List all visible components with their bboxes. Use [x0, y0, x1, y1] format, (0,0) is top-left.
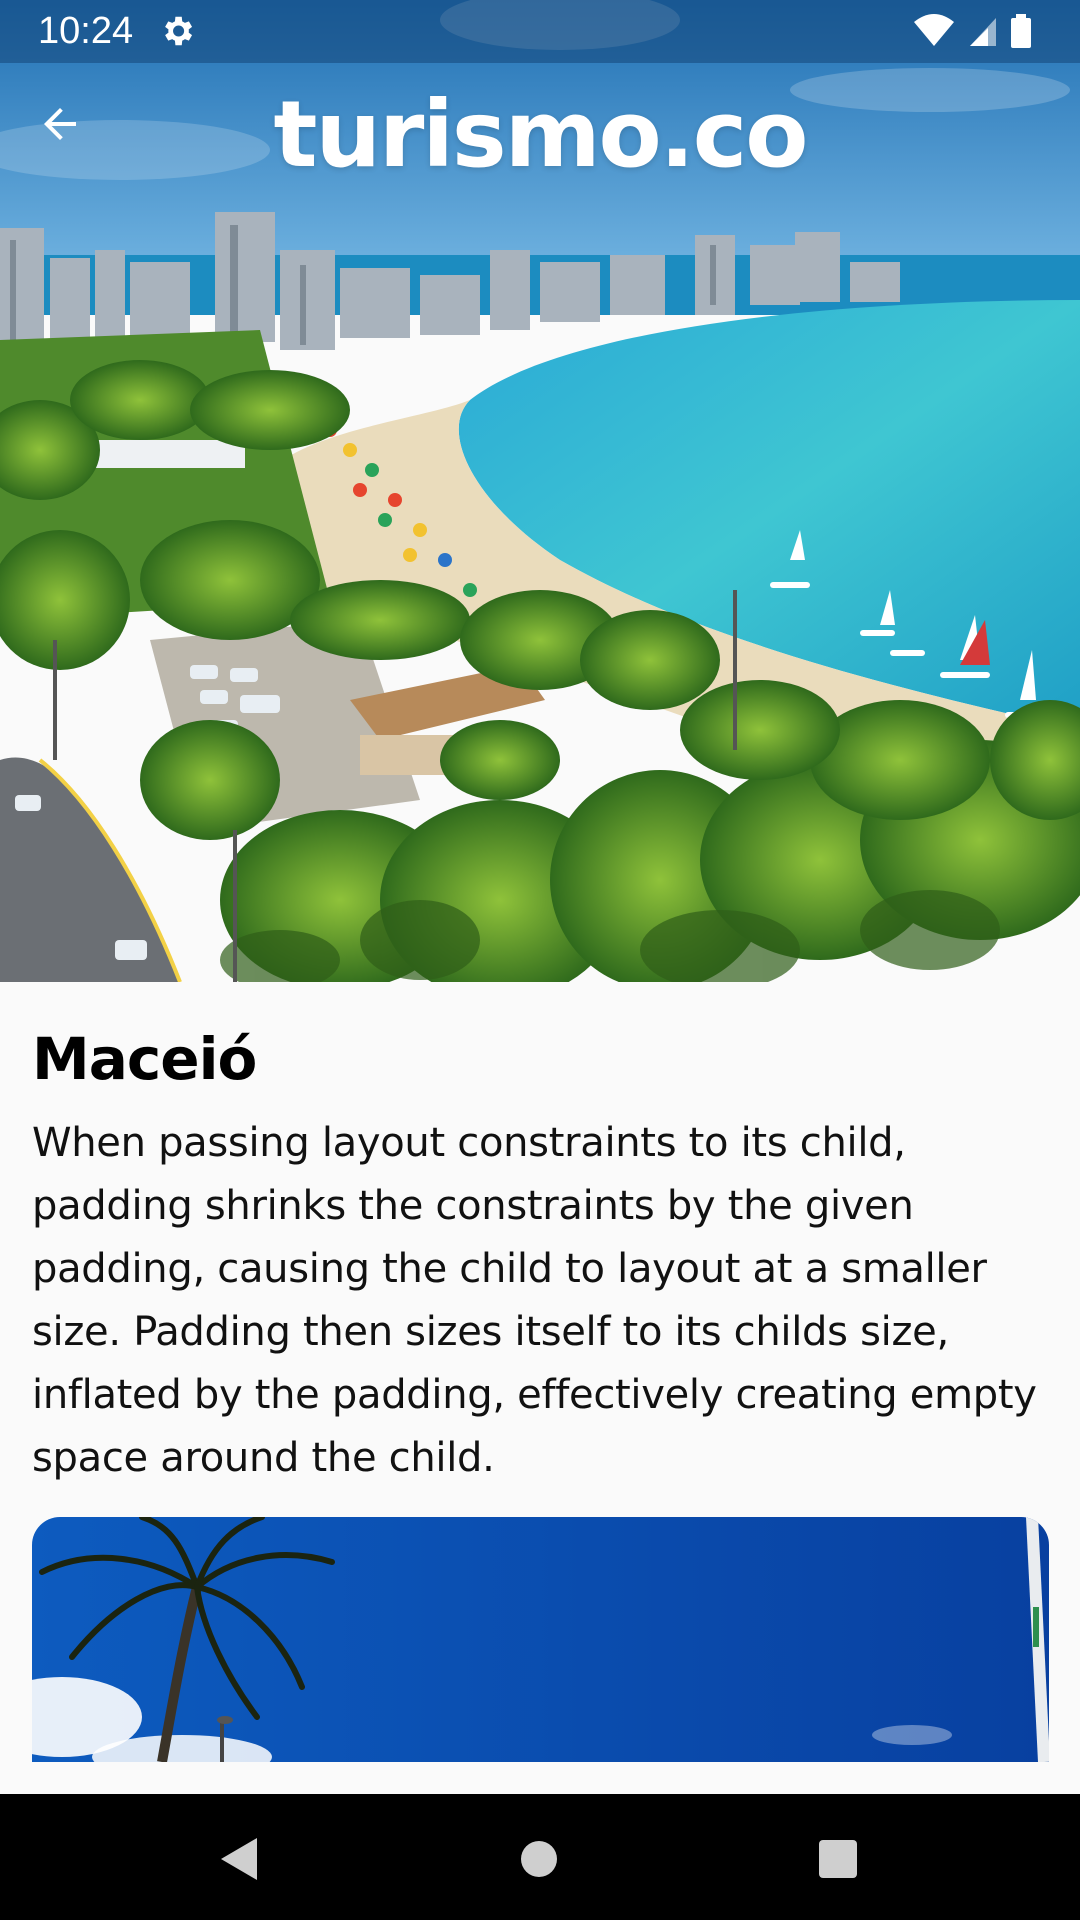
app-screen: 10:24 turismo.co Maceió When passing lay… [0, 0, 1080, 1920]
place-description: When passing layout constraints to its c… [32, 1120, 1037, 1481]
place-details: Maceió When passing layout constraints t… [0, 982, 1080, 1794]
hero-image: 10:24 turismo.co [0, 0, 1080, 982]
wifi-icon [914, 14, 954, 46]
cell-signal-icon [970, 18, 996, 46]
gear-icon [158, 12, 196, 50]
status-icons [912, 12, 1042, 50]
nav-home-button[interactable] [504, 1824, 574, 1894]
nav-back-button[interactable] [204, 1824, 274, 1894]
nav-recents-button[interactable] [803, 1824, 873, 1894]
nav-recents-square-icon [819, 1840, 857, 1878]
nav-back-triangle-icon [221, 1838, 257, 1880]
status-time: 10:24 [38, 10, 134, 52]
place-photo-card[interactable] [32, 1517, 1049, 1762]
palm-sky-photo [32, 1517, 1049, 1762]
place-title: Maceió [32, 1025, 257, 1093]
app-title: turismo.co [273, 81, 809, 188]
status-bar: 10:24 [0, 0, 1080, 63]
battery-icon [1011, 14, 1031, 48]
nav-home-circle-icon [521, 1841, 557, 1877]
system-nav-bar [0, 1794, 1080, 1920]
